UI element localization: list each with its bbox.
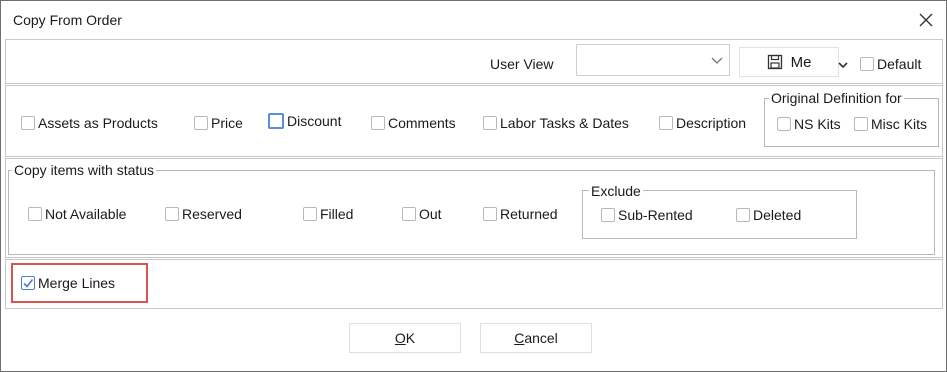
checkbox-box[interactable] [21,276,35,290]
checkbox-box[interactable] [777,117,791,131]
checkbox-box[interactable] [601,208,615,222]
user-view-combo[interactable] [576,44,730,76]
cancel-underlined: C [514,330,525,346]
discount-checkbox[interactable]: Discount [268,113,341,129]
labor-tasks-dates-checkbox[interactable]: Labor Tasks & Dates [483,115,629,131]
reserved-label: Reserved [182,206,242,222]
misc-kits-checkbox[interactable]: Misc Kits [854,116,927,132]
checkbox-box[interactable] [402,207,416,221]
ns-kits-label: NS Kits [794,116,841,132]
checkbox-box[interactable] [854,117,868,131]
me-button-label: Me [790,53,812,71]
returned-checkbox[interactable]: Returned [483,206,558,222]
checkbox-box[interactable] [371,116,385,130]
exclude-legend: Exclude [589,183,643,199]
checkbox-box[interactable] [194,116,208,130]
checkbox-box[interactable] [21,116,35,130]
price-checkbox[interactable]: Price [194,115,243,131]
user-view-label: User View [490,56,554,72]
me-dropdown-toggle[interactable] [838,56,848,72]
copy-status-legend: Copy items with status [12,162,157,178]
default-label: Default [877,56,922,72]
original-definition-legend: Original Definition for [769,90,904,106]
chevron-down-icon [711,57,723,64]
ns-kits-checkbox[interactable]: NS Kits [777,116,841,132]
assets-as-products-label: Assets as Products [38,115,158,131]
ok-underlined: O [394,330,406,346]
copy-from-order-dialog: Copy From Order User View Me Default Ass… [0,0,947,372]
close-button[interactable] [912,7,940,33]
cancel-button[interactable]: Cancel [480,323,592,353]
out-checkbox[interactable]: Out [402,206,442,222]
checkbox-box[interactable] [268,113,284,129]
sub-rented-checkbox[interactable]: Sub-Rented [601,207,693,223]
save-icon [767,54,782,70]
default-checkbox[interactable]: Default [860,56,921,72]
discount-label: Discount [287,113,342,129]
merge-lines-checkbox[interactable]: Merge Lines [21,275,115,291]
checkbox-box[interactable] [28,207,42,221]
not-available-checkbox[interactable]: Not Available [28,206,126,222]
default-checkbox-box[interactable] [860,57,874,71]
cancel-rest: ancel [524,330,558,346]
checkbox-box[interactable] [165,207,179,221]
checkbox-box[interactable] [483,116,497,130]
comments-label: Comments [388,115,456,131]
description-label: Description [676,115,747,131]
me-button[interactable]: Me [739,47,839,77]
returned-label: Returned [500,206,558,222]
deleted-checkbox[interactable]: Deleted [736,207,801,223]
checkbox-box[interactable] [736,208,750,222]
chevron-down-icon [838,62,848,69]
ok-rest: K [405,330,416,346]
reserved-checkbox[interactable]: Reserved [165,206,242,222]
checkbox-box[interactable] [659,116,673,130]
out-label: Out [419,206,442,222]
ok-button[interactable]: OK [349,323,461,353]
assets-as-products-checkbox[interactable]: Assets as Products [21,115,158,131]
not-available-label: Not Available [45,206,127,222]
description-checkbox[interactable]: Description [659,115,746,131]
labor-tasks-dates-label: Labor Tasks & Dates [500,115,629,131]
comments-checkbox[interactable]: Comments [371,115,456,131]
merge-lines-label: Merge Lines [38,275,116,291]
filled-label: Filled [320,206,354,222]
deleted-label: Deleted [753,207,802,223]
window-title: Copy From Order [13,12,122,28]
filled-checkbox[interactable]: Filled [303,206,353,222]
checkbox-box[interactable] [483,207,497,221]
checkbox-box[interactable] [303,207,317,221]
sub-rented-label: Sub-Rented [618,207,693,223]
price-label: Price [211,115,243,131]
check-icon [23,279,34,288]
misc-kits-label: Misc Kits [871,116,927,132]
close-icon [919,13,933,27]
